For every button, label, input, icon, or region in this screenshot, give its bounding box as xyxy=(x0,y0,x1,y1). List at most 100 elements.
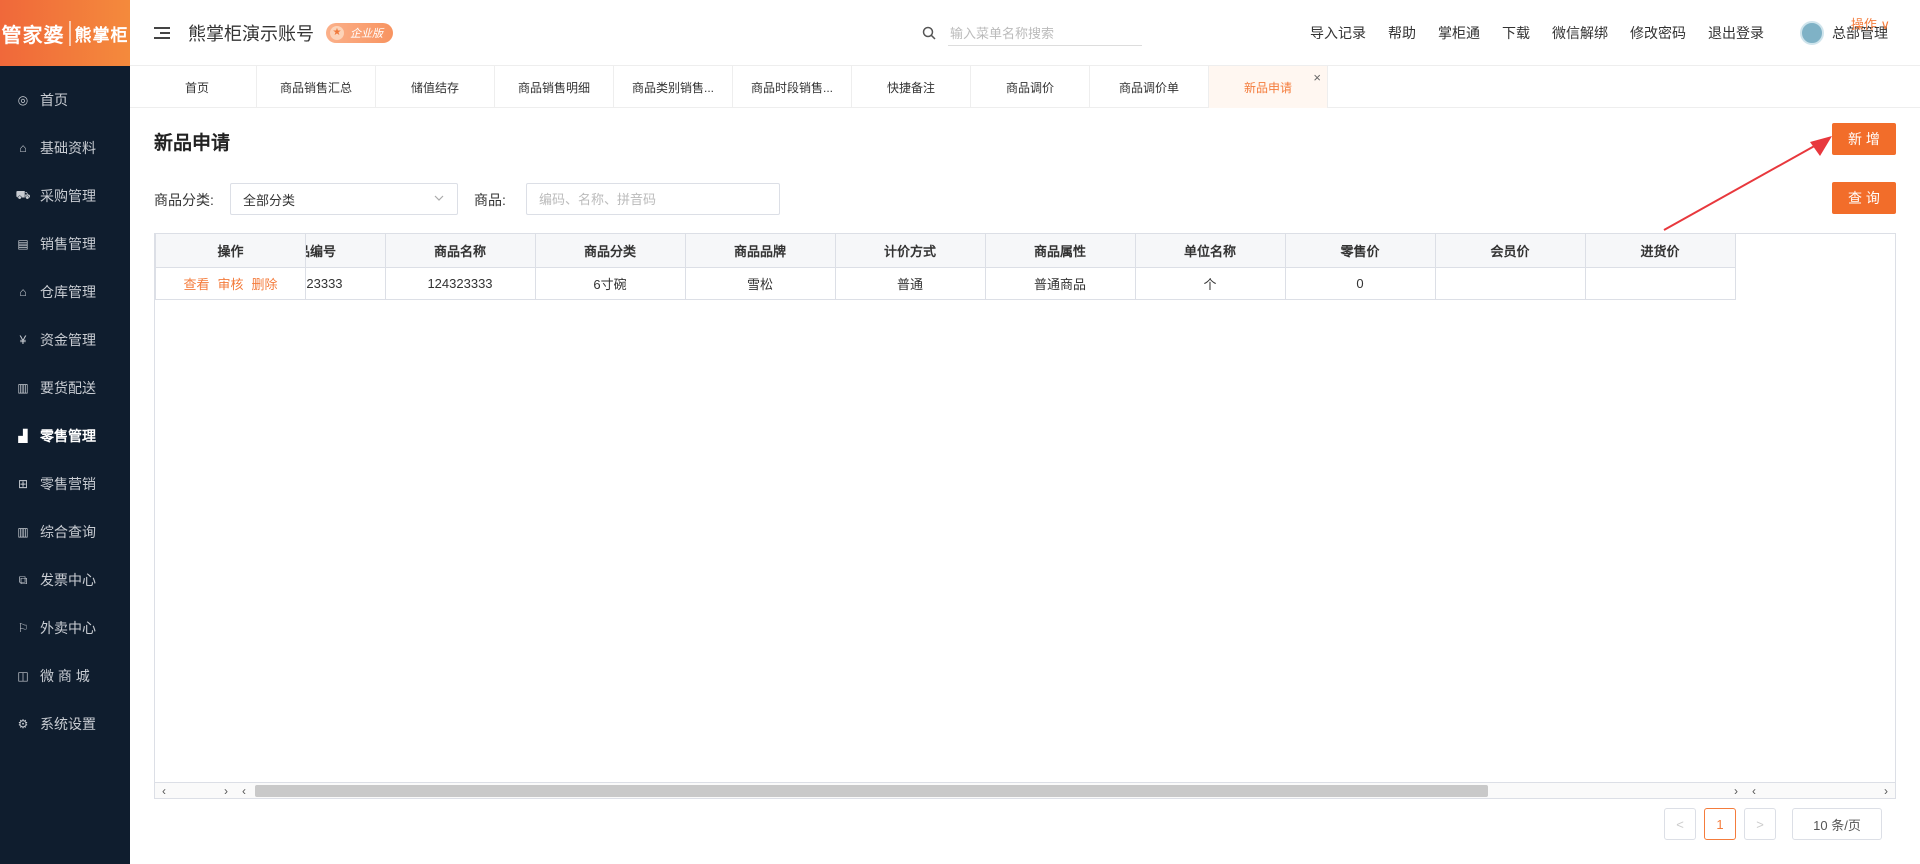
row-action-link[interactable]: 删除 xyxy=(252,277,278,292)
tab-label: 商品类别销售... xyxy=(631,80,714,95)
sidebar: 管家婆 熊掌柜 ◎ 首页 ⌂ 基础资料 ⛟ 采购管理 ▤ 销售管理 ⌂ 仓库管理 ¥ 资金管理 ▥ 要货配… xyxy=(0,0,130,864)
sidebar-item[interactable]: ⛟ 采购管理 xyxy=(0,172,130,220)
header-link[interactable]: 微信解绑 xyxy=(1552,23,1608,43)
tab[interactable]: 商品销售汇总 xyxy=(257,66,376,108)
tab[interactable]: 商品销售明细 xyxy=(495,66,614,108)
sidebar-item[interactable]: ¥ 资金管理 xyxy=(0,316,130,364)
close-icon[interactable]: × xyxy=(1313,70,1321,85)
table-cell: 普通 xyxy=(835,267,986,300)
header-link[interactable]: 导入记录 xyxy=(1310,23,1366,43)
column-header-label: 商品品牌 xyxy=(733,243,786,259)
menu-search xyxy=(922,22,1142,46)
sidebar-item[interactable]: ▟ 零售管理 xyxy=(0,412,130,460)
row-action-link[interactable]: 查看 xyxy=(183,277,209,292)
table-row-actions: 查看 审核 删除 xyxy=(155,267,306,300)
header-link[interactable]: 修改密码 xyxy=(1630,23,1686,43)
tab[interactable]: 商品调价 xyxy=(971,66,1090,108)
tab-label: 新品申请 xyxy=(1243,80,1292,95)
header-link[interactable]: 帮助 xyxy=(1388,23,1416,43)
tab[interactable]: 商品调价单 xyxy=(1090,66,1209,108)
tabs-operations-dropdown[interactable]: 操作 ∨ xyxy=(1851,14,1890,33)
tab[interactable]: 储值结存 xyxy=(376,66,495,108)
page-size-select[interactable]: 10 条/页 xyxy=(1792,808,1882,840)
header-link[interactable]: 掌柜通 xyxy=(1438,23,1480,43)
product-table: ⚙序号商品编号商品名称商品分类商品品牌计价方式商品属性单位名称零售价会员价进货价… xyxy=(154,233,1896,799)
account-name: 熊掌柜演示账号 xyxy=(188,23,314,44)
tab-label: 首页 xyxy=(184,80,209,95)
header-link[interactable]: 退出登录 xyxy=(1708,23,1764,43)
column-header-label: 零售价 xyxy=(1340,243,1380,259)
column-header-label: 商品分类 xyxy=(583,243,636,259)
scrollbar-thumb[interactable] xyxy=(255,785,1488,797)
page-title: 新品申请 xyxy=(154,133,231,154)
menu-search-input[interactable] xyxy=(948,22,1142,46)
invoice-icon: ⧉ xyxy=(18,572,28,587)
table-cell: 雪松 xyxy=(685,267,836,300)
category-select[interactable]: 全部分类 xyxy=(230,183,458,215)
sidebar-item[interactable]: ⧉ 发票中心 xyxy=(0,556,130,604)
scroll-left-icon[interactable]: ‹ xyxy=(157,783,171,799)
sidebar-item[interactable]: ⚐ 外卖中心 xyxy=(0,604,130,652)
scroll-left-icon[interactable]: ‹ xyxy=(1747,783,1761,799)
scroll-right-icon[interactable]: › xyxy=(219,783,233,799)
sidebar-item-label: 基础资料 xyxy=(40,140,96,156)
sidebar-item[interactable]: ◎ 首页 xyxy=(0,76,130,124)
tab[interactable]: 快捷备注 xyxy=(852,66,971,108)
header-link[interactable]: 下载 xyxy=(1502,23,1530,43)
sidebar-item[interactable]: ⚙ 系统设置 xyxy=(0,700,130,748)
add-button[interactable]: 新 增 xyxy=(1832,123,1896,155)
tab-label: 商品调价 xyxy=(1005,80,1054,95)
product-table-main: ⚙序号商品编号商品名称商品分类商品品牌计价方式商品属性单位名称零售价会员价进货价… xyxy=(155,234,1736,300)
horizontal-scrollbar[interactable]: ‹ › ‹ › ‹ › xyxy=(155,782,1895,798)
search-icon[interactable] xyxy=(922,26,936,43)
query-button[interactable]: 查 询 xyxy=(1832,182,1896,214)
home-icon: ⌂ xyxy=(19,141,27,155)
scroll-left-icon[interactable]: ‹ xyxy=(237,783,251,799)
bar-chart-icon: ▥ xyxy=(17,525,29,539)
star-icon: ★ xyxy=(330,25,344,40)
prev-page-button[interactable]: < xyxy=(1664,808,1696,840)
tab[interactable]: 商品时段销售... xyxy=(733,66,852,108)
sidebar-item[interactable]: ▥ 要货配送 xyxy=(0,364,130,412)
tab[interactable]: 商品类别销售... xyxy=(614,66,733,108)
table-row[interactable]: 11243233331243233336寸碗雪松普通普通商品个0 xyxy=(155,267,1736,300)
category-select-value: 全部分类 xyxy=(243,192,296,208)
sidebar-item-label: 外卖中心 xyxy=(40,620,96,636)
column-header-label: 计价方式 xyxy=(883,243,936,259)
next-page-button[interactable]: > xyxy=(1744,808,1776,840)
sidebar-item-label: 采购管理 xyxy=(40,188,96,204)
tab[interactable]: 新品申请 × xyxy=(1209,66,1328,108)
column-header: 零售价 xyxy=(1285,234,1436,268)
delivery-icon: ⚐ xyxy=(17,621,29,635)
tab-label: 商品调价单 xyxy=(1118,80,1179,95)
column-header-label: 商品属性 xyxy=(1033,243,1086,259)
table-cell: 124323333 xyxy=(385,267,536,300)
sidebar-item[interactable]: ▥ 综合查询 xyxy=(0,508,130,556)
tab[interactable]: 首页 xyxy=(138,66,257,108)
sidebar-item[interactable]: ⌂ 基础资料 xyxy=(0,124,130,172)
top-links: 导入记录 帮助 掌柜通 下载 微信解绑 修改密码 退出登录 总部管理 xyxy=(1310,0,1888,66)
column-header: 商品分类 xyxy=(535,234,686,268)
document-icon: ▥ xyxy=(17,381,29,395)
sidebar-item[interactable]: ▤ 销售管理 xyxy=(0,220,130,268)
scroll-right-icon[interactable]: › xyxy=(1729,783,1743,799)
sidebar-item-label: 首页 xyxy=(40,92,68,108)
page-number-button[interactable]: 1 xyxy=(1704,808,1736,840)
table-cell xyxy=(1435,267,1586,300)
page-tabs: 首页 商品销售汇总 储值结存 商品销售明细 商品类别销售... 商品时段销售... 快捷备注… xyxy=(130,66,1920,108)
sidebar-menu: ◎ 首页 ⌂ 基础资料 ⛟ 采购管理 ▤ 销售管理 ⌂ 仓库管理 ¥ 资金管理 ▥ 要货配送 ▟ 零售管理 ⊞ 零… xyxy=(0,76,130,748)
row-action-link[interactable]: 审核 xyxy=(217,277,243,292)
scroll-right-icon[interactable]: › xyxy=(1879,783,1893,799)
sidebar-item[interactable]: ⊞ 零售营销 xyxy=(0,460,130,508)
column-header-label: 进货价 xyxy=(1640,243,1680,259)
table-cell xyxy=(1585,267,1736,300)
money-icon: ¥ xyxy=(19,333,27,347)
logo-main-text: 管家婆 xyxy=(1,24,65,47)
sidebar-item[interactable]: ◫ 微 商 城 xyxy=(0,652,130,700)
sidebar-item[interactable]: ⌂ 仓库管理 xyxy=(0,268,130,316)
sidebar-item-label: 销售管理 xyxy=(40,236,96,252)
column-header: 单位名称 xyxy=(1135,234,1286,268)
goods-search-input[interactable] xyxy=(526,183,780,215)
menu-toggle-icon[interactable] xyxy=(154,26,170,39)
sidebar-item-label: 系统设置 xyxy=(40,716,96,732)
